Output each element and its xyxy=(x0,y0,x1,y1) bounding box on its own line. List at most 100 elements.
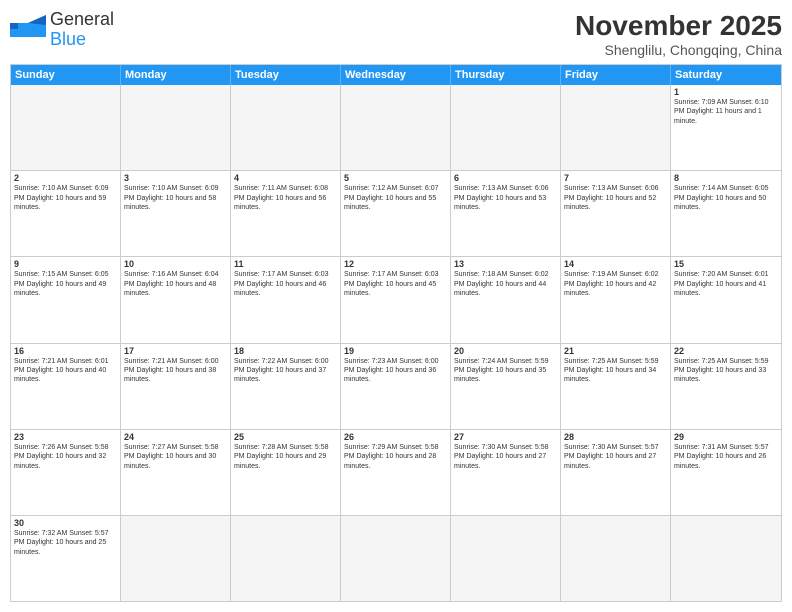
day-info: Sunrise: 7:30 AM Sunset: 5:57 PM Dayligh… xyxy=(564,443,667,471)
day-cell: 12Sunrise: 7:17 AM Sunset: 6:03 PM Dayli… xyxy=(341,257,451,342)
header: GeneralBlue November 2025 Shenglilu, Cho… xyxy=(10,10,782,58)
day-cell: 27Sunrise: 7:30 AM Sunset: 5:58 PM Dayli… xyxy=(451,430,561,515)
day-info: Sunrise: 7:16 AM Sunset: 6:04 PM Dayligh… xyxy=(124,270,227,298)
day-info: Sunrise: 7:17 AM Sunset: 6:03 PM Dayligh… xyxy=(234,270,337,298)
day-info: Sunrise: 7:14 AM Sunset: 6:05 PM Dayligh… xyxy=(674,184,778,212)
day-header: Sunday xyxy=(11,65,121,85)
day-cell xyxy=(341,85,451,170)
day-cell: 15Sunrise: 7:20 AM Sunset: 6:01 PM Dayli… xyxy=(671,257,781,342)
day-info: Sunrise: 7:19 AM Sunset: 6:02 PM Dayligh… xyxy=(564,270,667,298)
calendar-body: 1Sunrise: 7:09 AM Sunset: 6:10 PM Daylig… xyxy=(11,85,781,601)
logo-text: GeneralBlue xyxy=(50,10,114,50)
day-number: 10 xyxy=(124,259,227,269)
day-cell: 2Sunrise: 7:10 AM Sunset: 6:09 PM Daylig… xyxy=(11,171,121,256)
day-number: 16 xyxy=(14,346,117,356)
day-number: 25 xyxy=(234,432,337,442)
day-cell: 10Sunrise: 7:16 AM Sunset: 6:04 PM Dayli… xyxy=(121,257,231,342)
day-number: 26 xyxy=(344,432,447,442)
day-number: 19 xyxy=(344,346,447,356)
day-number: 21 xyxy=(564,346,667,356)
day-cell: 25Sunrise: 7:28 AM Sunset: 5:58 PM Dayli… xyxy=(231,430,341,515)
day-info: Sunrise: 7:25 AM Sunset: 5:59 PM Dayligh… xyxy=(674,357,778,385)
day-cell xyxy=(451,85,561,170)
day-cell: 18Sunrise: 7:22 AM Sunset: 6:00 PM Dayli… xyxy=(231,344,341,429)
day-cell xyxy=(11,85,121,170)
day-cell: 5Sunrise: 7:12 AM Sunset: 6:07 PM Daylig… xyxy=(341,171,451,256)
day-cell: 8Sunrise: 7:14 AM Sunset: 6:05 PM Daylig… xyxy=(671,171,781,256)
day-info: Sunrise: 7:09 AM Sunset: 6:10 PM Dayligh… xyxy=(674,98,778,126)
day-info: Sunrise: 7:23 AM Sunset: 6:00 PM Dayligh… xyxy=(344,357,447,385)
day-number: 22 xyxy=(674,346,778,356)
day-cell: 7Sunrise: 7:13 AM Sunset: 6:06 PM Daylig… xyxy=(561,171,671,256)
week-row: 2Sunrise: 7:10 AM Sunset: 6:09 PM Daylig… xyxy=(11,171,781,257)
day-cell: 1Sunrise: 7:09 AM Sunset: 6:10 PM Daylig… xyxy=(671,85,781,170)
day-header: Wednesday xyxy=(341,65,451,85)
day-number: 13 xyxy=(454,259,557,269)
day-number: 17 xyxy=(124,346,227,356)
day-cell: 30Sunrise: 7:32 AM Sunset: 5:57 PM Dayli… xyxy=(11,516,121,601)
day-header: Saturday xyxy=(671,65,781,85)
day-number: 29 xyxy=(674,432,778,442)
day-info: Sunrise: 7:26 AM Sunset: 5:58 PM Dayligh… xyxy=(14,443,117,471)
day-header: Friday xyxy=(561,65,671,85)
day-info: Sunrise: 7:21 AM Sunset: 6:01 PM Dayligh… xyxy=(14,357,117,385)
day-cell: 6Sunrise: 7:13 AM Sunset: 6:06 PM Daylig… xyxy=(451,171,561,256)
day-number: 7 xyxy=(564,173,667,183)
day-number: 11 xyxy=(234,259,337,269)
day-number: 28 xyxy=(564,432,667,442)
day-info: Sunrise: 7:11 AM Sunset: 6:08 PM Dayligh… xyxy=(234,184,337,212)
week-row: 23Sunrise: 7:26 AM Sunset: 5:58 PM Dayli… xyxy=(11,430,781,516)
day-cell: 28Sunrise: 7:30 AM Sunset: 5:57 PM Dayli… xyxy=(561,430,671,515)
title-block: November 2025 Shenglilu, Chongqing, Chin… xyxy=(575,10,782,58)
day-cell: 24Sunrise: 7:27 AM Sunset: 5:58 PM Dayli… xyxy=(121,430,231,515)
day-cell: 20Sunrise: 7:24 AM Sunset: 5:59 PM Dayli… xyxy=(451,344,561,429)
day-cell: 14Sunrise: 7:19 AM Sunset: 6:02 PM Dayli… xyxy=(561,257,671,342)
day-number: 30 xyxy=(14,518,117,528)
day-info: Sunrise: 7:27 AM Sunset: 5:58 PM Dayligh… xyxy=(124,443,227,471)
day-number: 20 xyxy=(454,346,557,356)
day-info: Sunrise: 7:28 AM Sunset: 5:58 PM Dayligh… xyxy=(234,443,337,471)
day-cell xyxy=(561,85,671,170)
week-row: 30Sunrise: 7:32 AM Sunset: 5:57 PM Dayli… xyxy=(11,516,781,601)
day-cell: 26Sunrise: 7:29 AM Sunset: 5:58 PM Dayli… xyxy=(341,430,451,515)
day-number: 23 xyxy=(14,432,117,442)
day-cell: 4Sunrise: 7:11 AM Sunset: 6:08 PM Daylig… xyxy=(231,171,341,256)
day-number: 14 xyxy=(564,259,667,269)
day-info: Sunrise: 7:22 AM Sunset: 6:00 PM Dayligh… xyxy=(234,357,337,385)
day-info: Sunrise: 7:30 AM Sunset: 5:58 PM Dayligh… xyxy=(454,443,557,471)
month-title: November 2025 xyxy=(575,10,782,42)
day-info: Sunrise: 7:10 AM Sunset: 6:09 PM Dayligh… xyxy=(124,184,227,212)
day-number: 12 xyxy=(344,259,447,269)
day-cell: 17Sunrise: 7:21 AM Sunset: 6:00 PM Dayli… xyxy=(121,344,231,429)
day-cell xyxy=(121,85,231,170)
day-cell: 9Sunrise: 7:15 AM Sunset: 6:05 PM Daylig… xyxy=(11,257,121,342)
logo-icon xyxy=(10,15,46,45)
day-cell xyxy=(121,516,231,601)
day-info: Sunrise: 7:32 AM Sunset: 5:57 PM Dayligh… xyxy=(14,529,117,557)
day-number: 9 xyxy=(14,259,117,269)
week-row: 1Sunrise: 7:09 AM Sunset: 6:10 PM Daylig… xyxy=(11,85,781,171)
day-info: Sunrise: 7:17 AM Sunset: 6:03 PM Dayligh… xyxy=(344,270,447,298)
day-info: Sunrise: 7:20 AM Sunset: 6:01 PM Dayligh… xyxy=(674,270,778,298)
day-info: Sunrise: 7:21 AM Sunset: 6:00 PM Dayligh… xyxy=(124,357,227,385)
day-number: 5 xyxy=(344,173,447,183)
day-headers: SundayMondayTuesdayWednesdayThursdayFrid… xyxy=(11,65,781,85)
week-row: 9Sunrise: 7:15 AM Sunset: 6:05 PM Daylig… xyxy=(11,257,781,343)
day-info: Sunrise: 7:18 AM Sunset: 6:02 PM Dayligh… xyxy=(454,270,557,298)
day-info: Sunrise: 7:29 AM Sunset: 5:58 PM Dayligh… xyxy=(344,443,447,471)
day-cell xyxy=(451,516,561,601)
week-row: 16Sunrise: 7:21 AM Sunset: 6:01 PM Dayli… xyxy=(11,344,781,430)
page: GeneralBlue November 2025 Shenglilu, Cho… xyxy=(0,0,792,612)
day-cell: 23Sunrise: 7:26 AM Sunset: 5:58 PM Dayli… xyxy=(11,430,121,515)
day-cell xyxy=(341,516,451,601)
day-cell: 11Sunrise: 7:17 AM Sunset: 6:03 PM Dayli… xyxy=(231,257,341,342)
day-info: Sunrise: 7:13 AM Sunset: 6:06 PM Dayligh… xyxy=(454,184,557,212)
day-number: 8 xyxy=(674,173,778,183)
day-number: 18 xyxy=(234,346,337,356)
day-cell xyxy=(671,516,781,601)
day-number: 3 xyxy=(124,173,227,183)
day-info: Sunrise: 7:13 AM Sunset: 6:06 PM Dayligh… xyxy=(564,184,667,212)
day-header: Monday xyxy=(121,65,231,85)
day-info: Sunrise: 7:24 AM Sunset: 5:59 PM Dayligh… xyxy=(454,357,557,385)
day-info: Sunrise: 7:25 AM Sunset: 5:59 PM Dayligh… xyxy=(564,357,667,385)
